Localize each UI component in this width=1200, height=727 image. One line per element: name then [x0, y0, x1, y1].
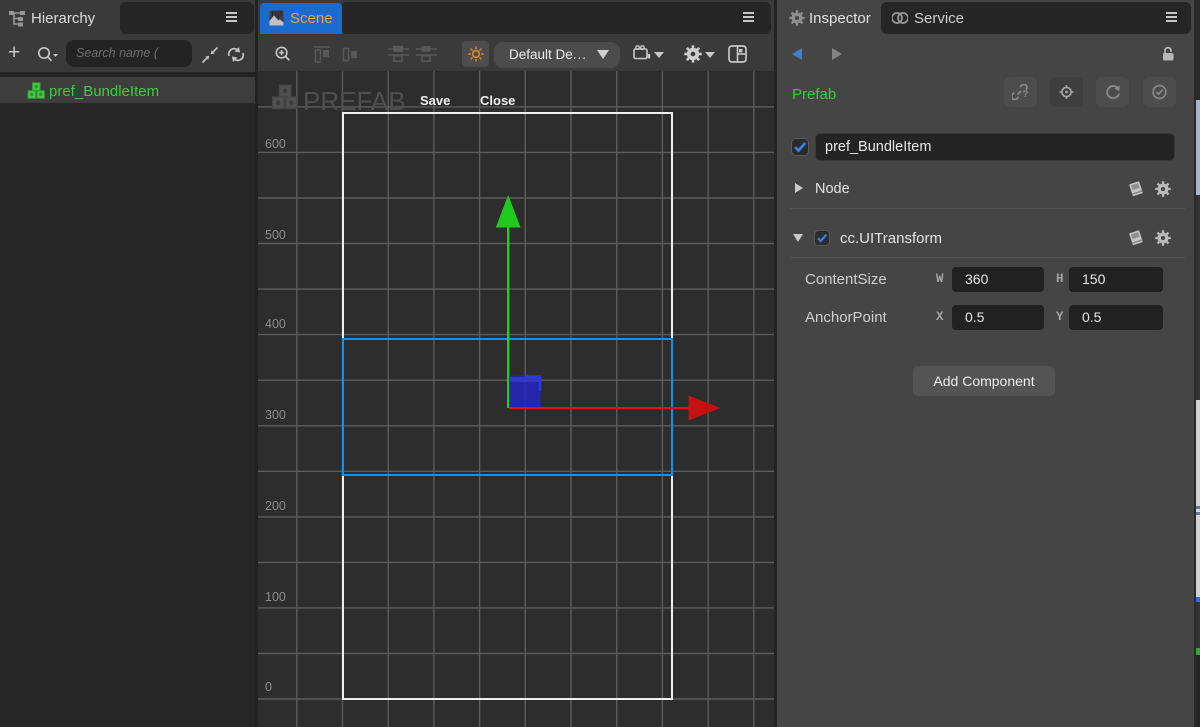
svg-text:?: ?: [1023, 89, 1029, 100]
